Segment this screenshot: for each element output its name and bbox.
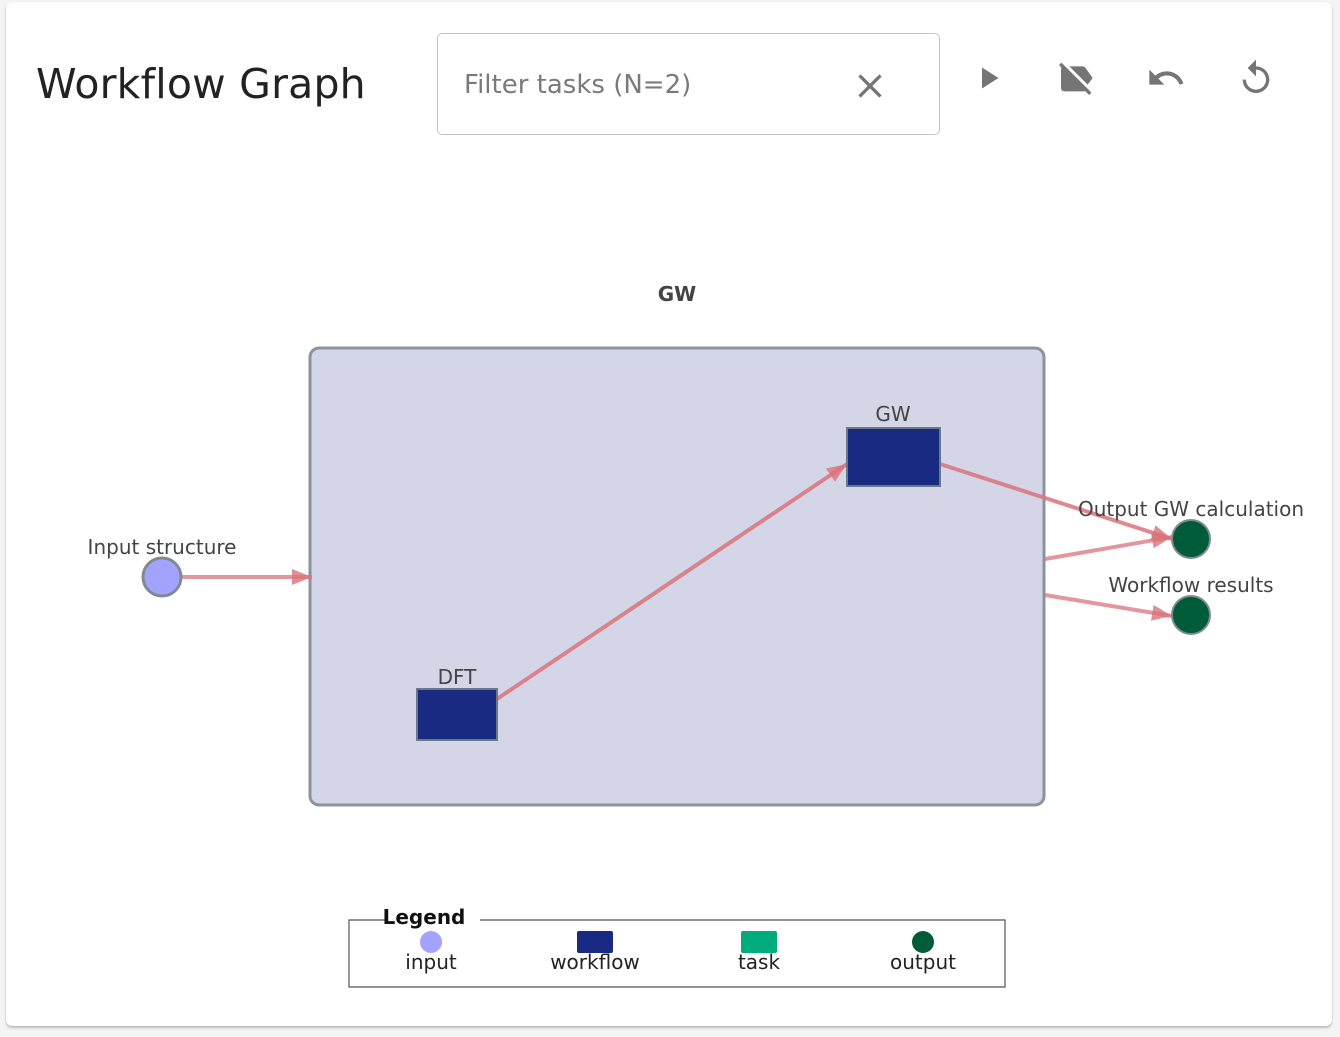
legend-item-label: task [738, 950, 781, 974]
edge-workflow-to-results [1044, 593, 1173, 621]
workflow-group-title: GW [658, 282, 696, 306]
output-node-label: Workflow results [1108, 573, 1273, 597]
task-node-dft[interactable] [416, 688, 498, 741]
output-node-gw-calculation[interactable] [1171, 519, 1211, 559]
legend-item-label: output [890, 950, 956, 974]
legend: Legend input workflow task output [348, 905, 1006, 988]
task-node-gw[interactable] [846, 427, 941, 487]
input-node-label: Input structure [88, 535, 237, 559]
edge-workflow-to-output-gw [1044, 532, 1173, 561]
output-node-label: Output GW calculation [1078, 497, 1304, 521]
workflow-graph-canvas: GW Input structure DFT GW Output GW calc… [88, 282, 1304, 988]
legend-title: Legend [383, 905, 466, 929]
task-node-label: GW [875, 402, 910, 426]
input-node[interactable] [141, 556, 183, 598]
legend-item-label: input [405, 950, 457, 974]
legend-item-label: workflow [550, 950, 640, 974]
output-node-workflow-results[interactable] [1171, 595, 1211, 635]
task-node-label: DFT [438, 665, 478, 689]
